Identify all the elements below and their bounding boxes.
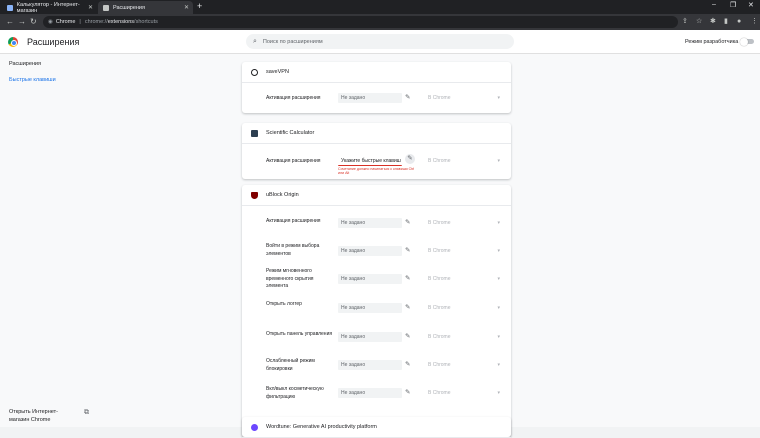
dropdown-arrow-icon: ▾ bbox=[497, 334, 500, 340]
shortcut-input[interactable]: Не задано bbox=[338, 388, 402, 398]
shortcut-input[interactable]: Укажите быстрые клавиш bbox=[338, 156, 402, 166]
extensions-puzzle-icon[interactable]: ✱ bbox=[710, 17, 716, 26]
scope-select[interactable]: В Chrome ▾ bbox=[426, 246, 502, 256]
open-external-icon[interactable]: ⧉ bbox=[84, 409, 89, 417]
shortcut-input[interactable]: Не задано bbox=[338, 360, 402, 370]
puzzle-favicon-icon bbox=[103, 4, 109, 11]
edit-pencil-icon[interactable]: ✎ bbox=[405, 154, 415, 164]
scope-select[interactable]: В Chrome ▾ bbox=[426, 93, 502, 103]
extension-card-savevpn: saveVPN Активация расширения Не задано ✎… bbox=[242, 62, 511, 113]
scope-select[interactable]: В Chrome ▾ bbox=[426, 303, 502, 313]
profile-icon[interactable]: ● bbox=[737, 17, 741, 26]
dropdown-arrow-icon: ▾ bbox=[497, 276, 500, 282]
dropdown-arrow-icon: ▾ bbox=[497, 390, 500, 396]
tab-extensions[interactable]: Расширения ✕ bbox=[98, 1, 193, 14]
card-header: Scientific Calculator bbox=[242, 123, 511, 144]
reload-icon[interactable]: ↻ bbox=[30, 17, 37, 26]
open-store-link[interactable]: Открыть Интернет-магазин Chrome bbox=[9, 408, 69, 424]
address-bar[interactable]: ◉ Chrome | chrome:// extensions /shortcu… bbox=[43, 16, 678, 28]
tab-strip: Калькулятор - Интернет-магазин ✕ Расшире… bbox=[0, 0, 760, 14]
extension-card-ublock: uBlock Origin Активация расширения Не за… bbox=[242, 185, 511, 437]
card-header: uBlock Origin bbox=[242, 185, 511, 206]
back-icon[interactable]: ← bbox=[6, 17, 14, 26]
share-icon[interactable]: ⇪ bbox=[682, 17, 688, 26]
scope-select[interactable]: В Chrome ▾ bbox=[426, 332, 502, 342]
browser-toolbar: ← → ↻ ◉ Chrome | chrome:// extensions /s… bbox=[0, 14, 760, 30]
shortcut-row: Активация расширения Укажите быстрые кла… bbox=[266, 154, 502, 175]
shortcut-row: Войти в режим выбора элементов Не задано… bbox=[266, 243, 502, 257]
close-icon[interactable]: ✕ bbox=[748, 1, 754, 9]
sidepanel-icon[interactable]: ▮ bbox=[724, 17, 728, 26]
extension-card-wordtune: Wordtune: Generative AI productivity pla… bbox=[242, 417, 511, 438]
extension-card-calculator: Scientific Calculator Активация расширен… bbox=[242, 123, 511, 179]
shortcut-row: Ослабленный режим блокировки Не задано ✎… bbox=[266, 358, 502, 372]
error-message: Сочетание должно начинаться с клавиши Ct… bbox=[338, 167, 415, 175]
page-title: Расширения bbox=[27, 37, 80, 47]
new-tab-button[interactable]: + bbox=[197, 2, 202, 11]
scope-select[interactable]: В Chrome ▾ bbox=[426, 360, 502, 370]
dropdown-arrow-icon: ▾ bbox=[497, 248, 500, 254]
wordtune-icon bbox=[251, 423, 258, 431]
edit-pencil-icon[interactable]: ✎ bbox=[405, 274, 410, 282]
forward-icon[interactable]: → bbox=[18, 17, 26, 26]
shortcut-input[interactable]: Не задано bbox=[338, 332, 402, 342]
shortcut-row: Открыть логгер Не задано ✎ В Chrome ▾ bbox=[266, 301, 502, 313]
edit-pencil-icon[interactable]: ✎ bbox=[405, 360, 410, 368]
dev-mode-toggle[interactable] bbox=[740, 37, 754, 46]
close-tab-icon[interactable]: ✕ bbox=[88, 4, 93, 11]
vpn-icon bbox=[251, 68, 258, 76]
dropdown-arrow-icon: ▾ bbox=[497, 305, 500, 311]
scope-select[interactable]: В Chrome ▾ bbox=[426, 388, 502, 398]
shortcut-input[interactable]: Не задано bbox=[338, 303, 402, 313]
dropdown-arrow-icon: ▾ bbox=[497, 220, 500, 226]
page-header: Расширения ⌕ Поиск по расширениям Режим … bbox=[0, 30, 760, 54]
scope-select[interactable]: В Chrome ▾ bbox=[426, 156, 502, 166]
calculator-icon bbox=[251, 129, 258, 137]
shortcut-row: Активация расширения Не задано ✎ В Chrom… bbox=[266, 93, 502, 103]
scope-select[interactable]: В Chrome ▾ bbox=[426, 274, 502, 284]
tab-calculator[interactable]: Калькулятор - Интернет-магазин ✕ bbox=[2, 1, 97, 14]
edit-pencil-icon[interactable]: ✎ bbox=[405, 246, 410, 254]
card-header: saveVPN bbox=[242, 62, 511, 83]
minimize-icon[interactable]: – bbox=[712, 1, 716, 8]
edit-pencil-icon[interactable]: ✎ bbox=[405, 218, 410, 226]
search-input[interactable]: ⌕ Поиск по расширениям bbox=[246, 34, 514, 49]
close-tab-icon[interactable]: ✕ bbox=[184, 4, 189, 11]
shortcut-row: Режим мгновенного временного скрытия эле… bbox=[266, 268, 502, 289]
shortcut-row: Активация расширения Не задано ✎ В Chrom… bbox=[266, 218, 502, 228]
chrome-icon: ◉ bbox=[48, 19, 53, 25]
edit-pencil-icon[interactable]: ✎ bbox=[405, 303, 410, 311]
shortcut-input[interactable]: Не задано bbox=[338, 246, 402, 256]
shield-icon bbox=[251, 191, 258, 199]
bookmark-star-icon[interactable]: ☆ bbox=[696, 17, 702, 26]
card-header: Wordtune: Generative AI productivity pla… bbox=[242, 417, 511, 438]
extensions-page: Расширения ⌕ Поиск по расширениям Режим … bbox=[0, 30, 760, 438]
shortcut-input[interactable]: Не задано bbox=[338, 218, 402, 228]
dev-mode-label: Режим разработчика bbox=[685, 39, 739, 45]
dropdown-arrow-icon: ▾ bbox=[497, 95, 500, 101]
sidebar-item-extensions[interactable]: Расширения bbox=[9, 61, 41, 67]
chrome-logo-icon bbox=[8, 37, 18, 47]
dropdown-arrow-icon: ▾ bbox=[497, 362, 500, 368]
search-icon: ⌕ bbox=[253, 37, 257, 45]
scope-select[interactable]: В Chrome ▾ bbox=[426, 218, 502, 228]
shortcut-row: Открыть панель управления Не задано ✎ В … bbox=[266, 331, 502, 342]
maximize-icon[interactable]: ❐ bbox=[730, 1, 736, 9]
shortcut-input[interactable]: Не задано bbox=[338, 93, 402, 103]
store-favicon-icon bbox=[7, 4, 13, 11]
edit-pencil-icon[interactable]: ✎ bbox=[405, 93, 410, 101]
menu-icon[interactable]: ⋮ bbox=[751, 17, 758, 26]
edit-pencil-icon[interactable]: ✎ bbox=[405, 332, 410, 340]
edit-pencil-icon[interactable]: ✎ bbox=[405, 388, 410, 396]
sidebar-item-shortcuts[interactable]: Быстрые клавиши bbox=[9, 77, 56, 83]
shortcut-row: Вкл/выкл косметическую фильтрацию Не зад… bbox=[266, 386, 502, 400]
dropdown-arrow-icon: ▾ bbox=[497, 158, 500, 164]
shortcut-input[interactable]: Не задано bbox=[338, 274, 402, 284]
